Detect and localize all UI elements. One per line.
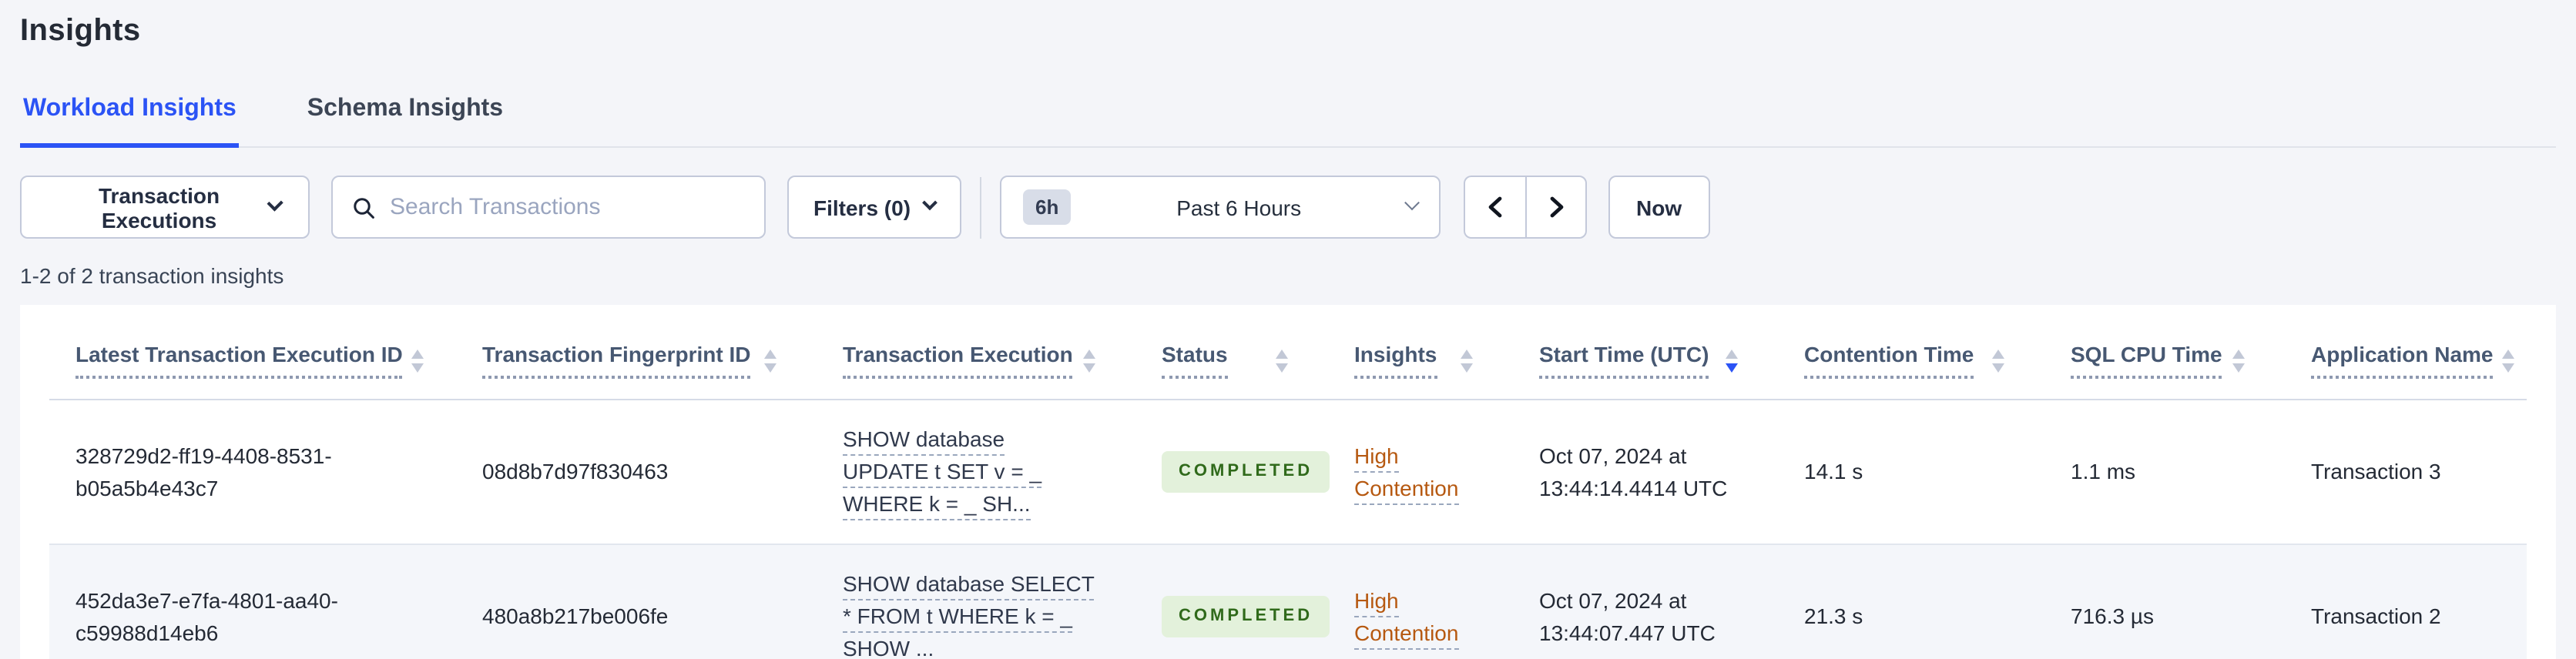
col-header-application-name[interactable]: Application Name bbox=[2285, 305, 2527, 400]
cell-contention-time: 14.1 s bbox=[1778, 400, 2044, 545]
filters-label: Filters (0) bbox=[813, 195, 911, 219]
toolbar: Transaction Executions Filters (0) 6h Pa… bbox=[20, 176, 2556, 239]
transaction-execution-link[interactable]: SHOW database UPDATE t SET v = _ WHERE k… bbox=[843, 427, 1042, 520]
col-header-start-time[interactable]: Start Time (UTC) bbox=[1513, 305, 1778, 400]
time-nav bbox=[1464, 176, 1588, 239]
tab-schema-insights[interactable]: Schema Insights bbox=[304, 86, 506, 148]
transaction-execution-link[interactable]: SHOW database SELECT * FROM t WHERE k = … bbox=[843, 571, 1095, 659]
sort-icon bbox=[1083, 349, 1095, 372]
chevron-down-icon bbox=[922, 195, 937, 211]
time-range-badge: 6h bbox=[1023, 189, 1072, 225]
cell-fingerprint-id: 08d8b7d97f830463 bbox=[456, 400, 817, 545]
sort-icon bbox=[2502, 349, 2515, 372]
insights-page: Insights Workload Insights Schema Insigh… bbox=[0, 0, 2576, 659]
results-count: 1-2 of 2 transaction insights bbox=[20, 263, 284, 288]
col-header-transaction-execution[interactable]: Transaction Execution bbox=[817, 305, 1135, 400]
chevron-down-icon bbox=[1404, 195, 1420, 211]
col-header-transaction-fingerprint-id[interactable]: Transaction Fingerprint ID bbox=[456, 305, 817, 400]
sort-icon bbox=[2232, 349, 2245, 372]
cell-status: COMPLETED bbox=[1135, 544, 1330, 659]
now-button[interactable]: Now bbox=[1608, 176, 1710, 239]
sort-icon bbox=[411, 349, 424, 372]
sort-icon bbox=[764, 349, 776, 372]
chevron-right-icon bbox=[1548, 196, 1565, 219]
insights-table: Latest Transaction Execution ID Transact… bbox=[49, 305, 2527, 659]
tab-workload-insights[interactable]: Workload Insights bbox=[20, 86, 240, 148]
toolbar-divider bbox=[980, 176, 982, 238]
col-header-status[interactable]: Status bbox=[1135, 305, 1328, 400]
insight-link[interactable]: High Contention bbox=[1354, 443, 1459, 504]
table-row: 328729d2-ff19-4408-8531-b05a5b4e43c7 08d… bbox=[49, 400, 2527, 545]
cell-transaction-execution: SHOW database SELECT * FROM t WHERE k = … bbox=[817, 544, 1135, 659]
col-header-latest-transaction-execution-id[interactable]: Latest Transaction Execution ID bbox=[49, 305, 456, 400]
time-range-value: Past 6 Hours bbox=[1176, 195, 1302, 219]
filters-button[interactable]: Filters (0) bbox=[787, 176, 962, 239]
col-header-sql-cpu-time[interactable]: SQL CPU Time bbox=[2044, 305, 2285, 400]
cell-application-name: Transaction 3 bbox=[2285, 400, 2527, 545]
cell-sql-cpu-time: 1.1 ms bbox=[2044, 400, 2285, 545]
status-badge: COMPLETED bbox=[1162, 451, 1330, 493]
status-badge: COMPLETED bbox=[1162, 596, 1330, 637]
cell-status: COMPLETED bbox=[1135, 400, 1330, 545]
report-type-dropdown[interactable]: Transaction Executions bbox=[20, 176, 310, 239]
time-next-button[interactable] bbox=[1525, 176, 1588, 239]
cell-contention-time: 21.3 s bbox=[1778, 544, 2044, 659]
chevron-left-icon bbox=[1487, 196, 1504, 219]
tab-bar: Workload Insights Schema Insights bbox=[20, 86, 2556, 148]
cell-insights: High Contention bbox=[1328, 400, 1513, 545]
cell-execution-id: 452da3e7-e7fa-4801-aa40-c59988d14eb6 bbox=[49, 544, 456, 659]
col-header-contention-time[interactable]: Contention Time bbox=[1778, 305, 2044, 400]
cell-execution-id: 328729d2-ff19-4408-8531-b05a5b4e43c7 bbox=[49, 400, 456, 545]
report-type-value: Transaction Executions bbox=[98, 182, 220, 232]
sort-icon-active-desc bbox=[1726, 349, 1738, 372]
cell-fingerprint-id: 480a8b217be006fe bbox=[456, 544, 817, 659]
sort-icon bbox=[1461, 349, 1473, 372]
time-range-dropdown[interactable]: 6h Past 6 Hours bbox=[1000, 176, 1441, 239]
insight-link[interactable]: High Contention bbox=[1354, 587, 1459, 649]
cell-transaction-execution: SHOW database UPDATE t SET v = _ WHERE k… bbox=[817, 400, 1135, 545]
time-prev-button[interactable] bbox=[1464, 176, 1526, 239]
table-row: 452da3e7-e7fa-4801-aa40-c59988d14eb6 480… bbox=[49, 544, 2527, 659]
search-input[interactable] bbox=[390, 194, 746, 220]
cell-sql-cpu-time: 716.3 µs bbox=[2044, 544, 2285, 659]
table-card: Latest Transaction Execution ID Transact… bbox=[20, 305, 2556, 659]
cell-insights: High Contention bbox=[1328, 544, 1513, 659]
search-icon bbox=[351, 195, 376, 219]
col-header-insights[interactable]: Insights bbox=[1328, 305, 1513, 400]
page-title: Insights bbox=[20, 14, 141, 48]
search-box[interactable] bbox=[331, 176, 766, 239]
cell-start-time: Oct 07, 2024 at 13:44:14.4414 UTC bbox=[1513, 400, 1778, 545]
sort-icon bbox=[1992, 349, 2004, 372]
sort-icon bbox=[1276, 349, 1288, 372]
table-header-row: Latest Transaction Execution ID Transact… bbox=[49, 305, 2527, 400]
cell-application-name: Transaction 2 bbox=[2285, 544, 2527, 659]
cell-start-time: Oct 07, 2024 at 13:44:07.447 UTC bbox=[1513, 544, 1778, 659]
